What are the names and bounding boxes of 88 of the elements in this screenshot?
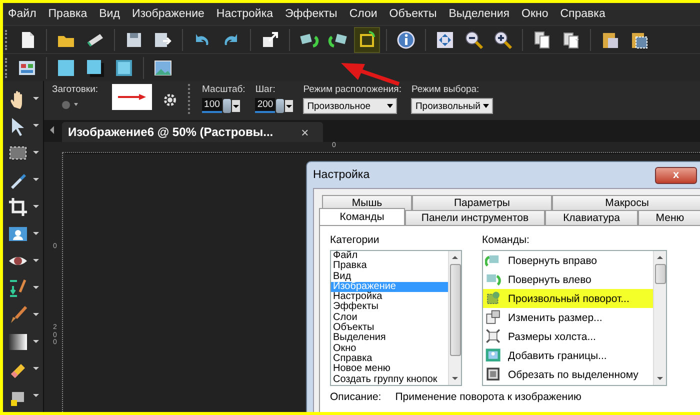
menu-item[interactable]: Файл — [8, 8, 36, 20]
free-rotate-icon — [485, 290, 502, 307]
categories-label: Категории — [330, 234, 380, 246]
caret-icon[interactable] — [33, 394, 39, 397]
menu-item[interactable]: Окно — [522, 8, 548, 20]
caret-icon[interactable] — [33, 97, 39, 100]
command-item[interactable]: Повернуть вправо — [483, 251, 653, 270]
document-tab[interactable]: Изображение6 @ 50% (Растровы... × — [62, 122, 323, 142]
command-item[interactable]: Повернуть влево — [483, 270, 653, 289]
step-label: Шаг: — [255, 84, 276, 95]
menu-item[interactable]: Слои — [349, 8, 378, 20]
document-title: Изображение6 @ 50% (Растровы... — [68, 125, 274, 139]
command-item[interactable]: Произвольный поворот... — [483, 289, 653, 308]
command-label: Размеры холста... — [508, 330, 596, 342]
command-item[interactable]: Добавить границы... — [483, 346, 653, 365]
command-label: Добавить границы... — [508, 350, 607, 362]
menu-item[interactable]: Изображение — [132, 8, 204, 20]
presets-label: Заготовки: — [52, 84, 98, 95]
dialog-tab[interactable]: Меню — [638, 210, 700, 225]
category-item[interactable]: Настройка — [331, 292, 448, 302]
placement-mode-label: Режим расположения: — [303, 84, 402, 95]
category-item[interactable]: Слои — [331, 312, 448, 324]
resize-icon — [485, 309, 502, 326]
category-item[interactable]: Справка — [331, 354, 448, 364]
clone-brush-icon[interactable] — [7, 276, 29, 298]
dialog-title: Настройка — [313, 169, 370, 181]
command-label: Повернуть вправо — [508, 254, 598, 266]
category-item[interactable]: Правка — [331, 261, 448, 272]
scrollbar[interactable] — [448, 251, 461, 385]
caret-icon[interactable] — [33, 151, 39, 154]
menu-item[interactable]: Правка — [48, 8, 88, 20]
caret-icon[interactable] — [33, 286, 39, 289]
canvas-size-icon — [485, 328, 502, 345]
zoom-field[interactable]: 100 — [202, 98, 222, 113]
command-label: Повернуть влево — [508, 274, 592, 286]
dialog-tab[interactable]: Параметры — [412, 195, 552, 210]
free-rotate-icon[interactable] — [355, 28, 379, 52]
caret-icon[interactable] — [33, 367, 39, 370]
menu-item[interactable]: Эффекты — [285, 8, 338, 20]
command-item[interactable]: Изменить размер... — [483, 308, 653, 327]
category-item[interactable]: Эффекты — [331, 302, 448, 313]
caret-icon[interactable] — [33, 340, 39, 343]
commands-label: Команды: — [482, 234, 530, 246]
settings-icon[interactable] — [162, 92, 178, 108]
close-icon[interactable]: × — [301, 124, 309, 140]
dialog-tab[interactable]: Панели инструментов — [405, 210, 545, 225]
category-item[interactable]: Новое меню — [331, 364, 448, 375]
caret-icon[interactable] — [33, 259, 39, 262]
brush-preset-icon[interactable] — [60, 98, 80, 110]
selection-mode-dropdown[interactable]: Произвольный — [411, 98, 494, 114]
caret-icon[interactable] — [33, 313, 39, 316]
dropdown-icon[interactable] — [285, 100, 294, 112]
command-label: Изменить размер... — [508, 312, 602, 324]
category-item[interactable]: Создать группу кнопок — [331, 374, 448, 385]
menu-item[interactable]: Справка — [560, 8, 606, 20]
menu-item[interactable]: Объекты — [389, 8, 437, 20]
category-item[interactable]: Вид — [331, 272, 448, 282]
category-item[interactable]: Выделения — [331, 333, 448, 344]
command-label: Произвольный поворот... — [508, 292, 630, 304]
description-label: Описание: — [330, 391, 382, 403]
caret-icon[interactable] — [33, 232, 39, 235]
caret-icon[interactable] — [33, 124, 39, 127]
step-field[interactable]: 200 — [255, 98, 276, 113]
scrollbar[interactable] — [653, 251, 666, 385]
command-item[interactable]: Размеры холста... — [483, 327, 653, 346]
preset-preview[interactable] — [112, 84, 152, 110]
selection-mode-label: Режим выбора: — [411, 84, 480, 95]
category-item[interactable]: Объекты — [331, 323, 448, 334]
scroll-left-icon[interactable] — [50, 126, 54, 134]
dialog-tab[interactable]: Макросы — [552, 195, 700, 210]
placement-mode-dropdown[interactable]: Произвольное — [303, 98, 398, 114]
menu-item[interactable]: Вид — [99, 8, 120, 20]
crop-icon[interactable] — [7, 196, 29, 218]
description-text: Применение поворота к изображению — [395, 391, 582, 403]
dropdown-icon[interactable] — [232, 100, 240, 112]
caret-icon[interactable] — [33, 205, 39, 208]
crop-to-selection-icon — [485, 366, 502, 383]
add-border-icon — [485, 347, 502, 364]
caret-icon[interactable] — [33, 178, 39, 181]
menu-item[interactable]: Настройка — [216, 8, 274, 20]
category-item[interactable]: Окно — [331, 344, 448, 354]
menu-item[interactable]: Выделения — [448, 8, 510, 20]
arrow-stroke-icon — [117, 92, 148, 102]
zoom-label: Масштаб: — [202, 84, 246, 95]
command-label: Обрезать по выделенному — [508, 368, 638, 380]
dialog-tab[interactable]: Команды — [319, 208, 405, 225]
command-item[interactable]: Обрезать по выделенному — [483, 365, 653, 384]
dialog-tab[interactable]: Клавиатура — [545, 210, 638, 225]
